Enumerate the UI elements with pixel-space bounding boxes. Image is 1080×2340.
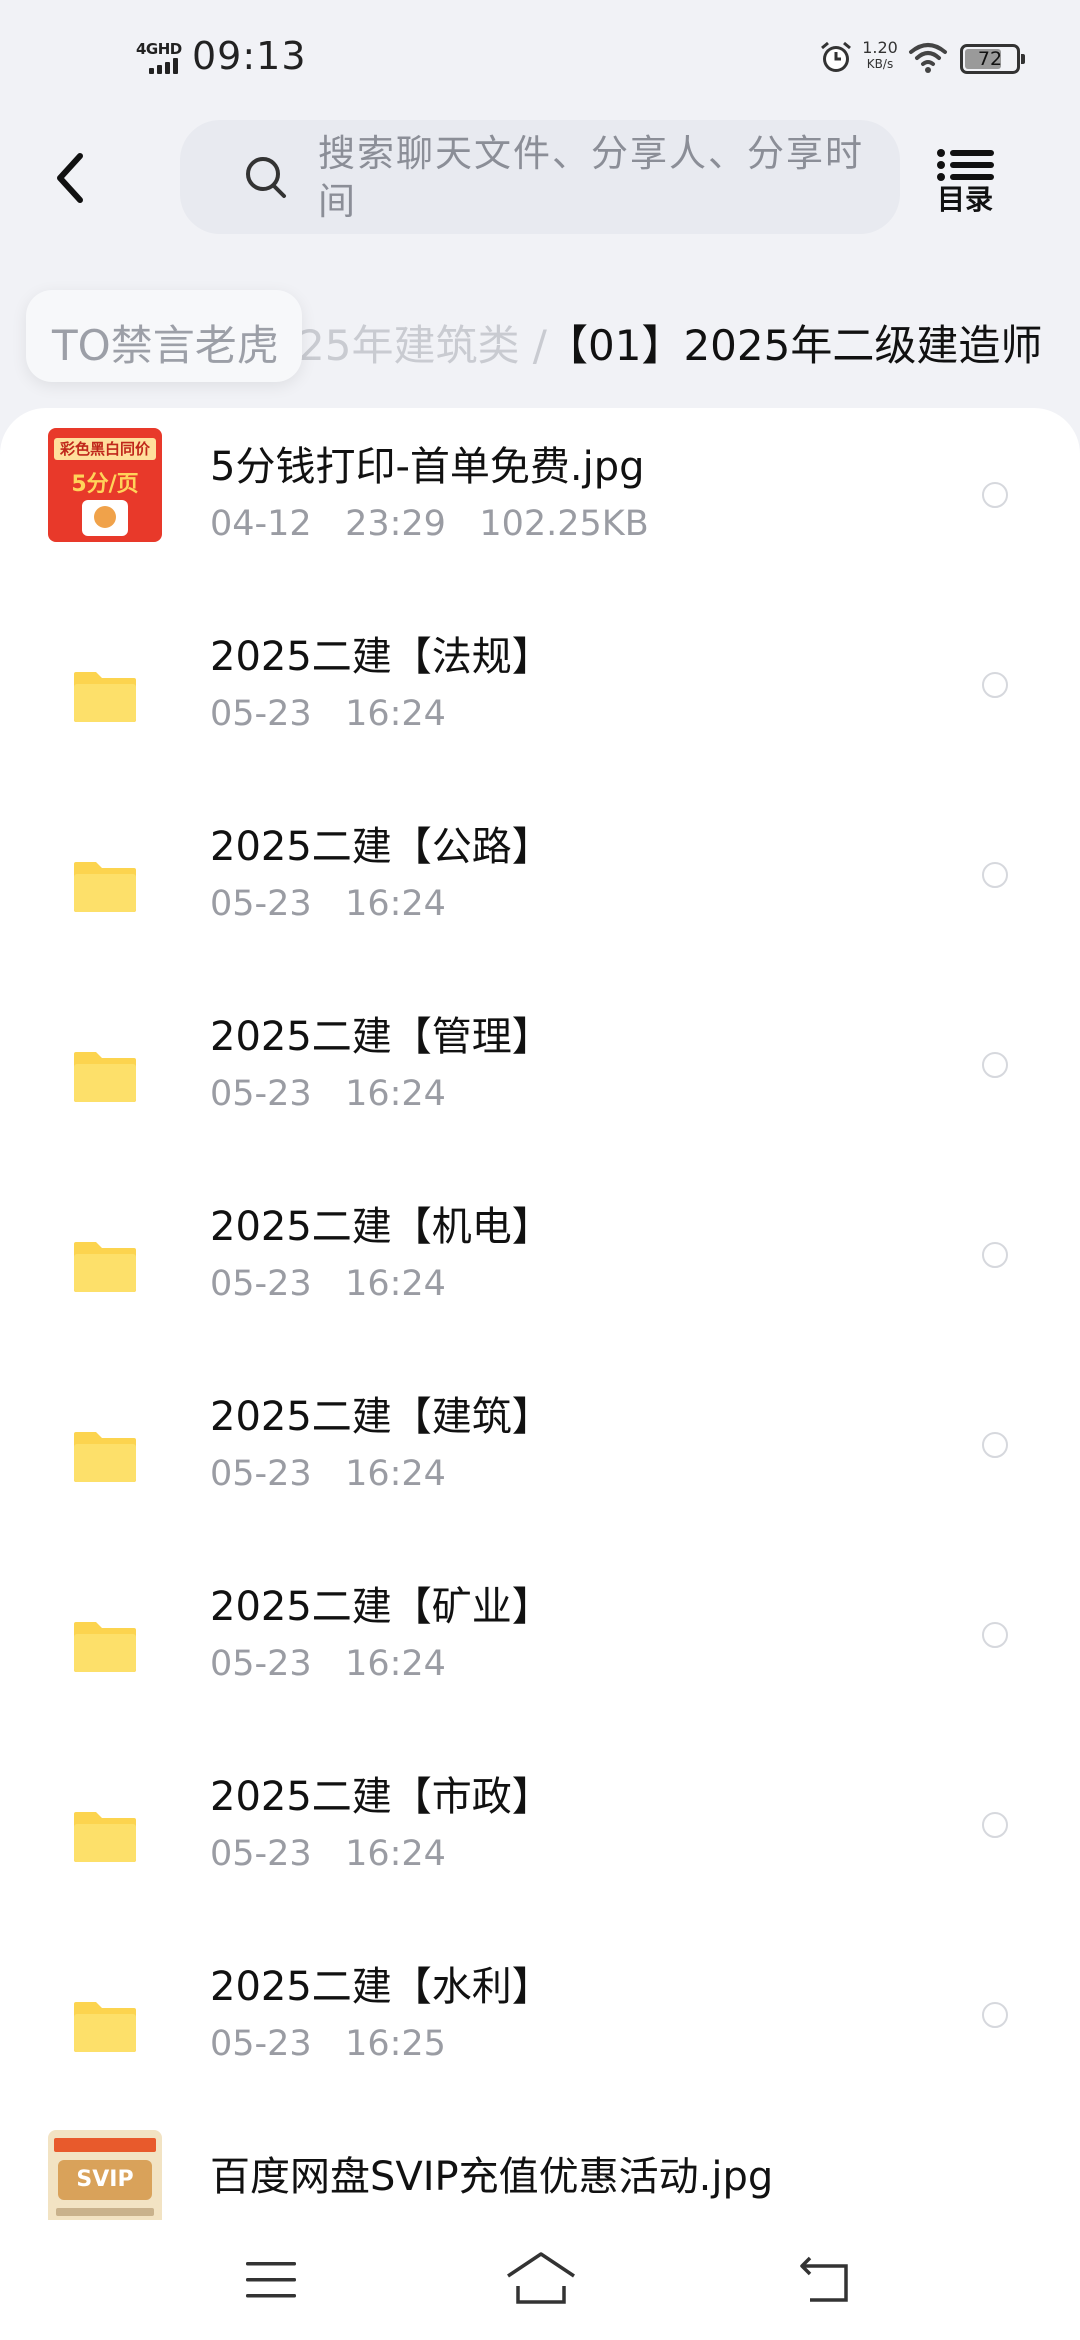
file-meta: 04-12 23:29 102.25KB: [210, 504, 649, 544]
search-icon: [246, 157, 286, 198]
thumbnail-price: 5分/页: [71, 472, 139, 497]
folder-icon: [74, 1812, 136, 1862]
folder-icon: [74, 672, 136, 722]
breadcrumb-current: 【01】2025年二级建造师: [546, 321, 1043, 370]
select-radio[interactable]: [982, 1812, 1008, 1838]
thumbnail-banner: [54, 2138, 156, 2152]
file-list: 彩色黑白同价 5分/页 5分钱打印-首单免费.jpg 04-12 23:29 1…: [0, 408, 1080, 2220]
folder-meta: 05-23 16:24: [210, 1644, 446, 1684]
back-icon[interactable]: [796, 2254, 852, 2304]
file-thumbnail: SVIP: [48, 2130, 162, 2220]
file-name: 5分钱打印-首单免费.jpg: [210, 444, 645, 490]
folder-meta: 05-23 16:24: [210, 1264, 446, 1304]
folder-item[interactable]: 2025二建【市政】 05-23 16:24: [0, 1738, 1080, 1928]
folder-icon: [74, 2002, 136, 2052]
folder-item[interactable]: 2025二建【机电】 05-23 16:24: [0, 1168, 1080, 1358]
thumbnail-title: SVIP: [58, 2160, 152, 2200]
toc-label: 目录: [936, 183, 993, 216]
folder-item[interactable]: 2025二建【矿业】 05-23 16:24: [0, 1548, 1080, 1738]
search-placeholder: 搜索聊天文件、分享人、分享时间: [318, 132, 864, 223]
breadcrumb-root-chip[interactable]: TO禁言老虎: [26, 290, 302, 382]
thumbnail-badge: [82, 500, 128, 536]
select-radio[interactable]: [982, 2002, 1008, 2028]
network-speed: 1.20 KB/s: [858, 40, 902, 72]
alarm-icon: [821, 41, 851, 72]
signal-icon: [149, 58, 183, 74]
speed-unit: KB/s: [866, 57, 894, 71]
breadcrumb-parent[interactable]: 25年建筑类 /: [298, 312, 547, 373]
folder-name: 2025二建【市政】: [210, 1774, 552, 1820]
toc-button[interactable]: 目录: [930, 144, 1000, 216]
file-item[interactable]: 彩色黑白同价 5分/页 5分钱打印-首单免费.jpg 04-12 23:29 1…: [0, 408, 1080, 598]
select-radio[interactable]: [982, 862, 1008, 888]
list-icon: [937, 149, 994, 181]
speed-value: 1.20: [862, 38, 898, 57]
folder-meta: 05-23 16:24: [210, 694, 446, 734]
folder-item[interactable]: 2025二建【水利】 05-23 16:25: [0, 1928, 1080, 2118]
folder-meta: 05-23 16:24: [210, 1454, 446, 1494]
select-radio[interactable]: [982, 1242, 1008, 1268]
status-bar: 4GHD 09:13 1.20 KB/s 72: [0, 0, 1080, 110]
network-indicator: 4GHD: [136, 40, 186, 76]
select-radio[interactable]: [982, 1432, 1008, 1458]
folder-item[interactable]: 2025二建【公路】 05-23 16:24: [0, 788, 1080, 978]
menu-icon[interactable]: [244, 2258, 298, 2302]
folder-name: 2025二建【建筑】: [210, 1394, 552, 1440]
select-radio[interactable]: [982, 1622, 1008, 1648]
folder-item[interactable]: 2025二建【建筑】 05-23 16:24: [0, 1358, 1080, 1548]
folder-icon: [74, 1052, 136, 1102]
folder-name: 2025二建【公路】: [210, 824, 552, 870]
folder-name: 2025二建【机电】: [210, 1204, 552, 1250]
select-radio[interactable]: [982, 482, 1008, 508]
folder-icon: [74, 1242, 136, 1292]
folder-name: 2025二建【法规】: [210, 634, 552, 680]
folder-name: 2025二建【管理】: [210, 1014, 552, 1060]
folder-icon: [74, 1432, 136, 1482]
folder-name: 2025二建【矿业】: [210, 1584, 552, 1630]
select-radio[interactable]: [982, 1052, 1008, 1078]
system-nav-bar: [0, 2220, 1080, 2340]
folder-meta: 05-23 16:24: [210, 1834, 446, 1874]
thumbnail-footer: [56, 2208, 154, 2216]
folder-meta: 05-23 16:24: [210, 884, 446, 924]
clock: 09:13: [192, 34, 307, 78]
battery-indicator: 72: [960, 44, 1025, 74]
folder-icon: [74, 862, 136, 912]
folder-meta: 05-23 16:24: [210, 1074, 446, 1114]
file-item[interactable]: SVIP 百度网盘SVIP充值优惠活动.jpg: [0, 2118, 1080, 2220]
folder-item[interactable]: 2025二建【法规】 05-23 16:24: [0, 598, 1080, 788]
network-label: 4GHD: [136, 40, 182, 58]
wifi-icon: [909, 43, 947, 73]
breadcrumb: 25年建筑类 / 【01】2025年二级建造师 TO禁言老虎: [0, 290, 1080, 390]
thumbnail-banner: 彩色黑白同价: [54, 438, 156, 460]
home-icon[interactable]: [504, 2250, 578, 2306]
search-input[interactable]: 搜索聊天文件、分享人、分享时间: [180, 120, 900, 234]
folder-item[interactable]: 2025二建【管理】 05-23 16:24: [0, 978, 1080, 1168]
battery-level: 72: [977, 48, 1003, 70]
folder-name: 2025二建【水利】: [210, 1964, 552, 2010]
file-name: 百度网盘SVIP充值优惠活动.jpg: [210, 2154, 774, 2200]
back-button[interactable]: [44, 146, 100, 210]
file-thumbnail: 彩色黑白同价 5分/页: [48, 428, 162, 542]
folder-meta: 05-23 16:25: [210, 2024, 446, 2064]
battery-nub: [1021, 54, 1025, 64]
breadcrumb-root-label: TO禁言老虎: [52, 321, 279, 370]
select-radio[interactable]: [982, 672, 1008, 698]
folder-icon: [74, 1622, 136, 1672]
